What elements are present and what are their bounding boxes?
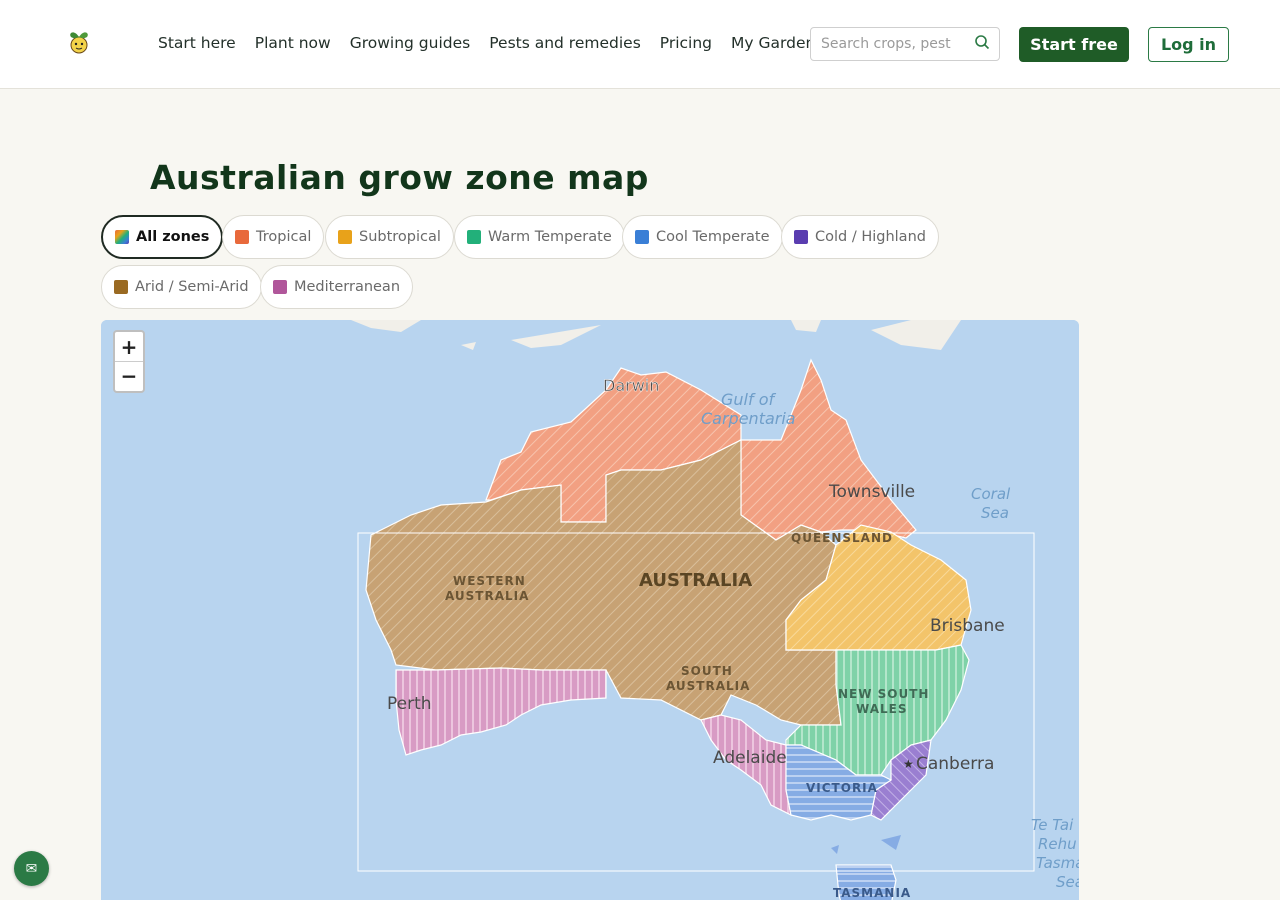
search-box <box>810 27 1000 61</box>
label-townsville: Townsville <box>828 482 915 502</box>
cool-temperate-swatch-icon <box>635 230 649 244</box>
label-gulf-1: Gulf of <box>721 390 776 409</box>
nav-pricing[interactable]: Pricing <box>660 34 712 52</box>
label-brisbane: Brisbane <box>930 616 1005 636</box>
filter-chip-cold-highland[interactable]: Cold / Highland <box>781 215 939 259</box>
label-canberra: Canberra <box>916 754 994 774</box>
zone-map[interactable]: Darwin Gulf of Carpentaria Townsville Co… <box>101 320 1079 900</box>
filter-chip-mediterranean[interactable]: Mediterranean <box>260 265 414 309</box>
warm-temperate-swatch-icon <box>467 230 481 244</box>
canberra-star-icon: ★ <box>903 757 914 771</box>
subtropical-swatch-icon <box>338 230 352 244</box>
label-wa-1: WESTERN <box>453 574 526 588</box>
cold-highland-swatch-icon <box>794 230 808 244</box>
label-darwin: Darwin <box>603 376 659 395</box>
feedback-button[interactable]: ✉ <box>14 851 49 886</box>
nav-pests-remedies[interactable]: Pests and remedies <box>489 34 641 52</box>
main-nav: Start here Plant now Growing guides Pest… <box>158 34 834 52</box>
filter-chip-label: Arid / Semi-Arid <box>135 279 249 295</box>
filter-chip-label: Cool Temperate <box>656 229 770 245</box>
filter-chip-label: Subtropical <box>359 229 441 245</box>
filter-chip-all-zones[interactable]: All zones <box>101 215 224 259</box>
nav-my-garden[interactable]: My Garden <box>731 34 815 52</box>
search-icon[interactable] <box>974 34 990 50</box>
label-tasman-1: Te Tai <box>1031 816 1074 834</box>
label-nsw-2: WALES <box>856 702 907 716</box>
nav-growing-guides[interactable]: Growing guides <box>350 34 471 52</box>
label-tasman-3: Tasman <box>1036 854 1079 872</box>
filter-chip-label: Cold / Highland <box>815 229 926 245</box>
login-button[interactable]: Log in <box>1148 27 1229 62</box>
mediterranean-swatch-icon <box>273 280 287 294</box>
start-free-button[interactable]: Start free <box>1019 27 1129 62</box>
label-nsw-1: NEW SOUTH <box>838 687 929 701</box>
label-sa-2: AUSTRALIA <box>666 679 750 693</box>
label-tasman-4: Sea <box>1056 873 1079 891</box>
label-victoria: VICTORIA <box>806 781 878 795</box>
filter-chip-subtropical[interactable]: Subtropical <box>325 215 454 259</box>
filter-chip-label: Warm Temperate <box>488 229 612 245</box>
label-perth: Perth <box>387 694 432 714</box>
site-header: Start here Plant now Growing guides Pest… <box>0 0 1280 89</box>
label-coral-1: Coral <box>971 485 1011 503</box>
nav-start-here[interactable]: Start here <box>158 34 236 52</box>
label-coral-2: Sea <box>981 504 1009 522</box>
arid-swatch-icon <box>114 280 128 294</box>
filter-chip-warm-temperate[interactable]: Warm Temperate <box>454 215 625 259</box>
label-australia: AUSTRALIA <box>639 570 752 591</box>
label-tasmania: TASMANIA <box>833 886 911 900</box>
label-sa-1: SOUTH <box>681 664 733 678</box>
filter-chip-arid[interactable]: Arid / Semi-Arid <box>101 265 262 309</box>
label-wa-2: AUSTRALIA <box>445 589 529 603</box>
nav-plant-now[interactable]: Plant now <box>255 34 331 52</box>
label-gulf-2: Carpentaria <box>701 409 796 428</box>
logo-icon[interactable] <box>64 27 94 57</box>
filter-chip-label: All zones <box>136 229 210 245</box>
map-canvas[interactable]: Darwin Gulf of Carpentaria Townsville Co… <box>101 320 1079 900</box>
filter-chip-label: Tropical <box>256 229 312 245</box>
zoom-in-button[interactable]: + <box>115 332 143 361</box>
filter-chip-tropical[interactable]: Tropical <box>222 215 325 259</box>
multi-color-swatch-icon <box>115 230 129 244</box>
zoom-control: + − <box>113 330 145 393</box>
label-adelaide: Adelaide <box>713 748 787 768</box>
tropical-swatch-icon <box>235 230 249 244</box>
mail-icon: ✉ <box>25 860 38 877</box>
filter-chip-label: Mediterranean <box>294 279 401 295</box>
label-queensland: QUEENSLAND <box>791 531 893 545</box>
page-title: Australian grow zone map <box>150 158 649 197</box>
zoom-out-button[interactable]: − <box>115 361 143 390</box>
filter-chip-cool-temperate[interactable]: Cool Temperate <box>622 215 783 259</box>
search-input[interactable] <box>821 29 971 59</box>
label-tasman-2: Rehu <box>1038 835 1077 853</box>
